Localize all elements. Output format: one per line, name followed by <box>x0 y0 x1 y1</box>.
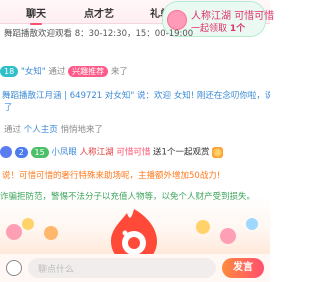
promo-title: 人称江湖 可惜可惜 <box>191 7 274 22</box>
source-tag: 兴趣推荐 <box>68 66 109 77</box>
send-button[interactable]: 发言 <box>222 258 264 278</box>
user-name[interactable]: "女知" <box>21 67 46 77</box>
fan-club-name[interactable]: 小凤眼 <box>51 148 77 158</box>
user-avatar-icon <box>0 146 12 158</box>
flower-icon <box>44 226 58 240</box>
tab-talent[interactable]: 点才艺 <box>84 5 114 20</box>
user-name[interactable]: 人称江湖 <box>80 148 114 158</box>
input-bar: 聊点什么 发言 <box>0 254 270 282</box>
chat-enter-message-2: 通过 个人主页 悄悄地来了 <box>4 125 103 135</box>
flower-icon <box>220 228 236 244</box>
chat-boost-message: 说！可惜可惜的奢行特殊来助场呢，主播额外增加50战力! <box>2 171 221 181</box>
flower-icon <box>196 220 210 234</box>
tab-chat[interactable]: 聊天 <box>26 5 46 25</box>
chat-enter-message: 18 "女知" 通过 兴趣推荐 来了 <box>0 66 128 78</box>
level-badge: 18 <box>0 66 19 77</box>
chat-system-message: 舞蹈播散欢迎观看 8：30-12:30，15：00-19:00 <box>4 29 194 39</box>
level-badge: 2 <box>14 146 28 158</box>
chat-host-message-cont: 了 <box>4 103 13 113</box>
chat-gift-message: 2 15 小凤眼 人称江湖 可惜可惜 送1个一起观赏 <box>0 146 224 159</box>
flower-icon <box>6 224 22 240</box>
emoji-icon[interactable] <box>6 260 22 276</box>
chat-host-message: 舞蹈播散江月涵 | 649721 对女知" 说：欢迎 女知! 刚还在念叨你啦，说… <box>2 91 270 101</box>
flower-icon <box>246 218 258 230</box>
flower-icon <box>22 218 34 230</box>
gift-name: 可惜可惜 <box>116 147 151 158</box>
fan-badge: 15 <box>30 146 49 158</box>
chat-input[interactable]: 聊点什么 <box>28 258 216 278</box>
profile-link[interactable]: 个人主页 <box>24 125 58 135</box>
gift-icon <box>212 146 224 158</box>
